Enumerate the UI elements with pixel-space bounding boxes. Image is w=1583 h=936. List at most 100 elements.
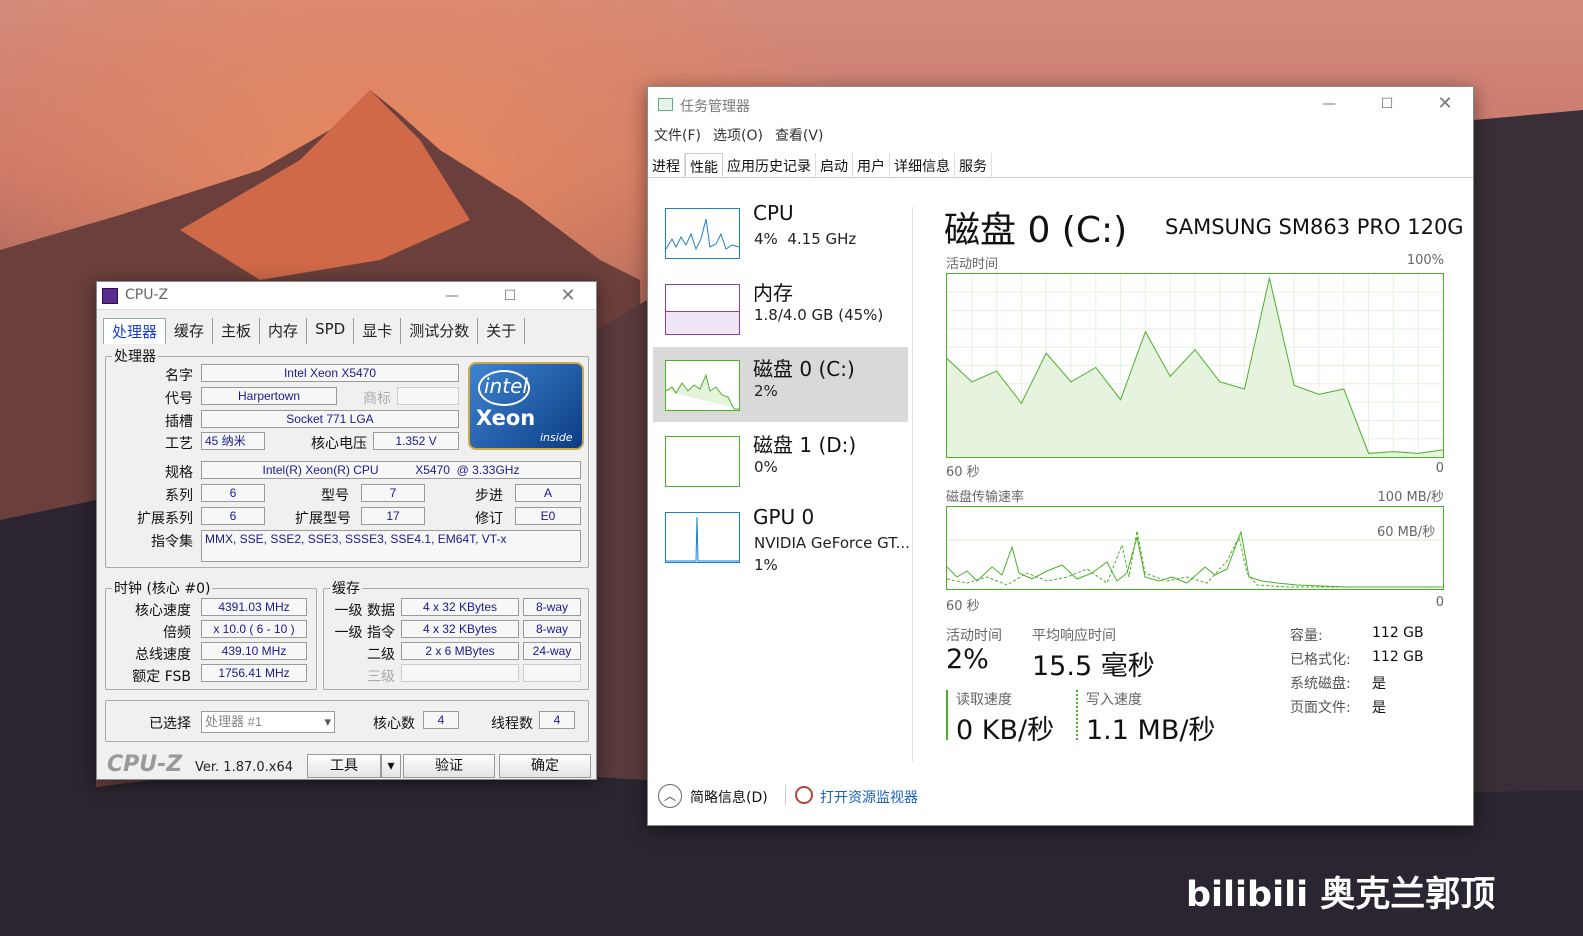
activity-xright: 0: [1435, 461, 1444, 476]
activity-point: [1144, 331, 1146, 333]
spec-label: 规格: [165, 465, 193, 481]
close-button[interactable]: ✕: [545, 282, 591, 310]
clock-label: 倍频: [163, 625, 191, 641]
brand-label: 商标: [363, 391, 391, 407]
sidebar-item-memory[interactable]: 内存 1.8/4.0 GB (45%): [653, 271, 908, 346]
activity-graph: [946, 273, 1444, 458]
ok-button[interactable]: 确定: [499, 754, 591, 778]
cache-way: 8-way: [523, 598, 581, 616]
minimize-button[interactable]: —: [429, 282, 475, 310]
minimize-button[interactable]: —: [1306, 87, 1352, 121]
activity-point: [1343, 388, 1345, 390]
cache-value: 4 x 32 KBytes: [401, 598, 519, 616]
menu-view[interactable]: 查看(V): [775, 125, 824, 145]
activity-point: [1020, 402, 1022, 404]
tab-cache[interactable]: 缓存: [166, 318, 214, 344]
ext-model-value: 17: [361, 507, 425, 525]
chevron-up-icon[interactable]: ︿: [658, 784, 682, 808]
selected-label: 已选择: [149, 716, 191, 732]
cache-value: 2 x 6 MBytes: [401, 642, 519, 660]
prop-value: 112 GB: [1372, 625, 1424, 641]
tab-bench[interactable]: 测试分数: [401, 318, 479, 344]
transfer-max: 100 MB/秒: [1377, 490, 1444, 505]
tm-titlebar[interactable]: 任务管理器 — ☐ ✕: [648, 87, 1473, 121]
tab-services[interactable]: 服务: [955, 153, 992, 177]
sidebar-item-sub: 1.8/4.0 GB (45%): [754, 306, 884, 324]
prop-key: 已格式化:: [1290, 652, 1351, 668]
cpuz-titlebar[interactable]: CPU-Z — ☐ ✕: [97, 282, 596, 310]
sidebar-item-sub: 4% 4.15 GHz: [754, 230, 857, 248]
processor-select[interactable]: 处理器 #1 ▾: [201, 711, 335, 733]
gpu-thumbnail: [665, 512, 740, 563]
sidebar-item-label: 磁盘 1 (D:): [753, 433, 857, 457]
cache-legend: 缓存: [332, 581, 360, 597]
active-time-value: 2%: [946, 644, 989, 675]
tab-app-history[interactable]: 应用历史记录: [723, 153, 816, 177]
disk0-thumbnail: [665, 360, 740, 411]
activity-xleft: 60 秒: [946, 465, 980, 480]
threads-value: 4: [539, 711, 575, 729]
bilibili-watermark: bilibili 奥克兰郭顶: [1186, 875, 1496, 915]
tech-value: 45 纳米: [201, 432, 265, 450]
tab-mainboard[interactable]: 主板: [213, 318, 261, 344]
prop-value: 是: [1372, 676, 1386, 692]
cores-label: 核心数: [373, 716, 415, 732]
transfer-graph: 60 MB/秒: [946, 506, 1444, 590]
tab-processes[interactable]: 进程: [648, 153, 685, 177]
model-label: 型号: [321, 488, 349, 504]
cache-value: 4 x 32 KBytes: [401, 620, 519, 638]
revision-value: E0: [515, 507, 581, 525]
sidebar-item-cpu[interactable]: CPU 4% 4.15 GHz: [653, 195, 908, 270]
ext-family-value: 6: [201, 507, 265, 525]
write-label: 写入速度: [1086, 692, 1142, 708]
sidebar-item-sub: 2%: [754, 382, 778, 400]
tab-startup[interactable]: 启动: [816, 153, 853, 177]
activity-point: [1368, 452, 1370, 454]
tab-details[interactable]: 详细信息: [890, 153, 955, 177]
tools-dropdown-button[interactable]: ▾: [381, 754, 401, 778]
cpuz-brand: CPU-Z: [107, 752, 183, 777]
tab-processor[interactable]: 处理器: [103, 318, 167, 344]
disk1-thumbnail: [665, 436, 740, 487]
socket-label: 插槽: [165, 414, 193, 430]
prop-value: 112 GB: [1372, 649, 1424, 665]
instructions-label: 指令集: [151, 534, 193, 550]
activity-max: 100%: [1406, 253, 1444, 268]
model-value: 7: [361, 484, 425, 502]
validate-button[interactable]: 验证: [403, 754, 495, 778]
revision-label: 修订: [475, 511, 503, 527]
menu-file[interactable]: 文件(F): [654, 125, 701, 145]
activity-point: [1244, 388, 1246, 390]
tab-spd[interactable]: SPD: [307, 318, 355, 344]
maximize-button[interactable]: ☐: [487, 282, 533, 310]
read-value: 0 KB/秒: [956, 715, 1055, 746]
sidebar-item-disk1[interactable]: 磁盘 1 (D:) 0%: [653, 423, 908, 498]
tab-users[interactable]: 用户: [853, 153, 890, 177]
cache-value: [401, 664, 519, 682]
tools-button[interactable]: 工具: [307, 754, 381, 778]
sidebar-item-gpu[interactable]: GPU 0 NVIDIA GeForce GT... 1%: [653, 499, 910, 574]
clock-label: 核心速度: [135, 603, 191, 619]
footer-divider: [785, 785, 786, 805]
close-button[interactable]: ✕: [1422, 87, 1468, 121]
tab-performance[interactable]: 性能: [685, 153, 723, 177]
chevron-down-icon: ▾: [324, 714, 331, 729]
tab-graphics[interactable]: 显卡: [354, 318, 402, 344]
ext-model-label: 扩展型号: [295, 511, 351, 527]
sidebar-divider: [912, 207, 913, 762]
menu-options[interactable]: 选项(O): [713, 125, 763, 145]
sidebar-item-disk0[interactable]: 磁盘 0 (C:) 2%: [653, 347, 908, 422]
cache-way: [523, 664, 581, 682]
fewer-details-link[interactable]: 简略信息(D): [690, 787, 768, 807]
response-value: 15.5 毫秒: [1032, 651, 1155, 682]
tab-about[interactable]: 关于: [478, 318, 526, 344]
maximize-button[interactable]: ☐: [1364, 87, 1410, 121]
resource-monitor-link[interactable]: 打开资源监视器: [820, 787, 918, 807]
cpuz-app-icon: [102, 288, 118, 304]
cache-way: 8-way: [523, 620, 581, 638]
tab-memory[interactable]: 内存: [260, 318, 308, 344]
resource-monitor-icon[interactable]: [795, 786, 813, 804]
prop-key: 页面文件:: [1290, 700, 1351, 716]
clock-value: 4391.03 MHz: [201, 598, 307, 616]
stepping-value: A: [515, 484, 581, 502]
